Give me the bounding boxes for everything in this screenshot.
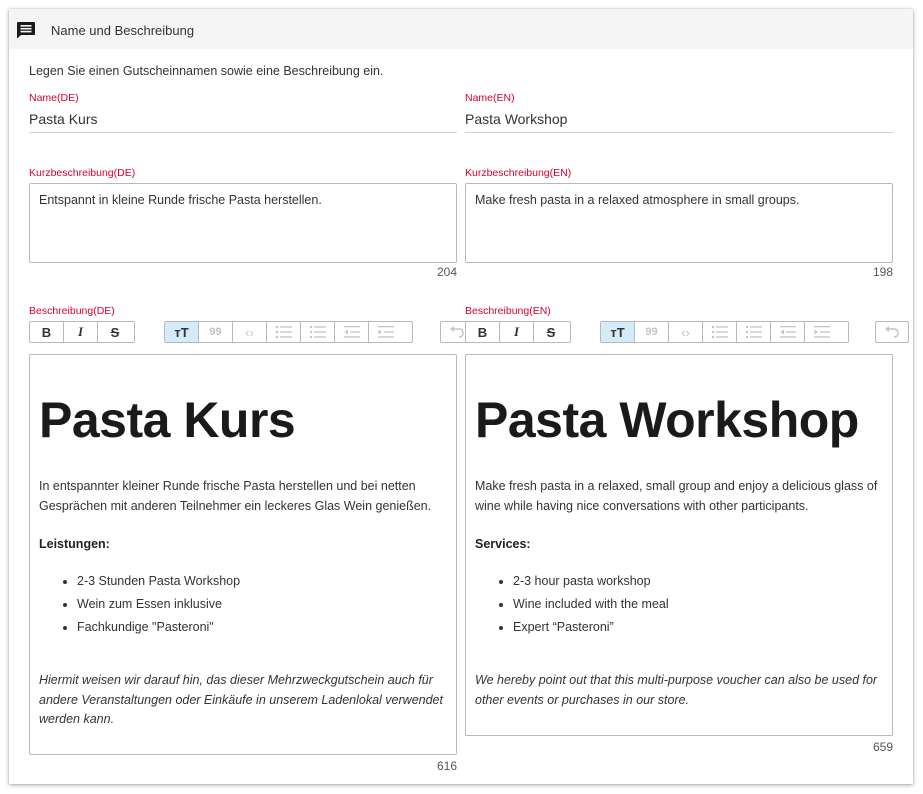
strikethrough-button[interactable]: S	[534, 322, 568, 342]
editor-note: We hereby point out that this multi-purp…	[475, 673, 878, 707]
desc-en-counter: 659	[872, 740, 893, 754]
indent-button[interactable]	[805, 322, 839, 342]
bullet-list-icon	[275, 325, 292, 339]
editor-services-title: Services:	[475, 537, 531, 551]
description-card: Name und Beschreibung Legen Sie einen Gu…	[9, 9, 913, 784]
short-en-counter: 198	[872, 265, 893, 279]
en-undo-group	[875, 321, 909, 343]
list-item: Fachkundige "Pasteroni"	[77, 616, 447, 639]
undo-icon	[450, 326, 464, 338]
services-list: 2-3 hour pasta workshop Wine included wi…	[475, 570, 883, 639]
outdent-icon	[779, 326, 796, 338]
de-block-group: тТ 99 ‹›	[164, 321, 413, 343]
editor-paragraph: Make fresh pasta in a relaxed, small gro…	[475, 479, 878, 513]
de-format-group: B I S	[29, 321, 135, 343]
indent-icon	[814, 326, 830, 338]
description-de-editor[interactable]: Pasta Kurs In entspannter kleiner Runde …	[29, 354, 457, 755]
undo-icon	[885, 326, 899, 338]
indent-icon	[378, 326, 394, 338]
editor-heading: Pasta Workshop	[475, 392, 859, 448]
list-item: 2-3 hour pasta workshop	[513, 570, 883, 593]
editor-note: Hiermit weisen wir darauf hin, das diese…	[39, 673, 443, 726]
list-item: Wine included with the meal	[513, 593, 883, 616]
strikethrough-button[interactable]: S	[98, 322, 132, 342]
list-item: Wein zum Essen inklusive	[77, 593, 447, 616]
comment-icon	[17, 22, 35, 39]
bold-button[interactable]: B	[466, 322, 500, 342]
code-button[interactable]: ‹›	[669, 322, 703, 342]
numbered-list-button[interactable]	[301, 322, 335, 342]
bullet-list-button[interactable]	[267, 322, 301, 342]
name-en-input[interactable]: Pasta Workshop	[465, 109, 893, 133]
desc-de-counter: 616	[436, 759, 457, 773]
short-de-textarea[interactable]: Entspannt in kleine Runde frische Pasta …	[29, 183, 457, 263]
indent-button[interactable]	[369, 322, 403, 342]
editor-services-title: Leistungen:	[39, 537, 110, 551]
italic-button[interactable]: I	[500, 322, 534, 342]
services-list: 2-3 Stunden Pasta Workshop Wein zum Esse…	[39, 570, 447, 639]
en-block-group: тТ 99 ‹›	[600, 321, 849, 343]
numbered-list-button[interactable]	[737, 322, 771, 342]
intro-text: Legen Sie einen Gutscheinnamen sowie ein…	[29, 64, 384, 78]
short-de-counter: 204	[436, 265, 457, 279]
outdent-button[interactable]	[335, 322, 369, 342]
italic-button[interactable]: I	[64, 322, 98, 342]
name-de-label: Name(DE)	[29, 92, 79, 104]
editor-heading: Pasta Kurs	[39, 392, 296, 448]
desc-en-label: Beschreibung(EN)	[465, 305, 551, 317]
outdent-icon	[343, 326, 360, 338]
heading-button[interactable]: тТ	[601, 322, 635, 342]
short-de-label: Kurzbeschreibung(DE)	[29, 167, 136, 179]
code-button[interactable]: ‹›	[233, 322, 267, 342]
list-item: 2-3 Stunden Pasta Workshop	[77, 570, 447, 593]
heading-button[interactable]: тТ	[165, 322, 199, 342]
en-format-group: B I S	[465, 321, 571, 343]
bold-button[interactable]: B	[30, 322, 64, 342]
list-item: Expert “Pasteroni”	[513, 616, 883, 639]
desc-de-label: Beschreibung(DE)	[29, 305, 115, 317]
outdent-button[interactable]	[771, 322, 805, 342]
bullet-list-button[interactable]	[703, 322, 737, 342]
card-title: Name und Beschreibung	[51, 23, 195, 38]
bullet-list-icon	[711, 325, 728, 339]
editor-paragraph: In entspannter kleiner Runde frische Pas…	[39, 479, 432, 513]
undo-button[interactable]	[876, 322, 908, 342]
name-de-input[interactable]: Pasta Kurs	[29, 109, 457, 133]
numbered-list-icon	[309, 326, 326, 338]
name-en-label: Name(EN)	[465, 92, 515, 104]
card-header: Name und Beschreibung	[9, 9, 913, 49]
short-en-label: Kurzbeschreibung(EN)	[465, 167, 572, 179]
quote-button[interactable]: 99	[199, 322, 233, 342]
description-en-editor[interactable]: Pasta Workshop Make fresh pasta in a rel…	[465, 354, 893, 736]
short-en-textarea[interactable]: Make fresh pasta in a relaxed atmosphere…	[465, 183, 893, 263]
quote-button[interactable]: 99	[635, 322, 669, 342]
numbered-list-icon	[745, 326, 762, 338]
